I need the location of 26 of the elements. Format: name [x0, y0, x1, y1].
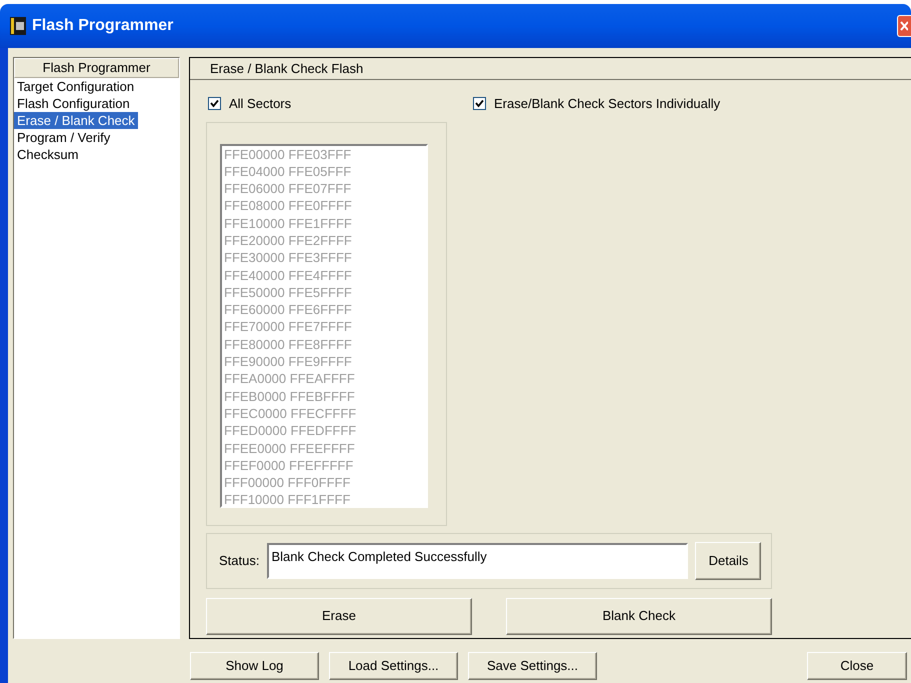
footer-button[interactable]: Show Log [190, 652, 319, 680]
checkmark-icon [475, 99, 484, 108]
close-button[interactable] [897, 15, 911, 37]
sidebar-item[interactable]: Erase / Blank Check [14, 112, 138, 129]
checkmark-icon [210, 99, 219, 108]
panel-title: Erase / Blank Check Flash [190, 58, 911, 80]
action-button[interactable]: Erase [206, 598, 472, 634]
app-icon [10, 17, 26, 35]
sidebar-item[interactable]: Target Configuration [14, 78, 138, 95]
checkbox[interactable] [208, 97, 221, 110]
close-dialog-button[interactable]: Close [807, 652, 907, 680]
window-title: Flash Programmer [32, 16, 174, 36]
close-icon [898, 20, 908, 32]
sidebar-item[interactable]: Checksum [14, 146, 82, 163]
status-label: Status: [219, 552, 260, 570]
details-button[interactable]: Details [695, 542, 762, 580]
status-field: Blank Check Completed Successfully [267, 542, 688, 578]
sidebar-item[interactable]: Flash Configuration [14, 95, 133, 112]
sidebar-header: Flash Programmer [14, 58, 179, 78]
footer-button[interactable]: Save Settings... [468, 652, 597, 680]
sidebar-item[interactable]: Program / Verify [14, 129, 114, 146]
footer-button[interactable]: Load Settings... [329, 652, 458, 680]
checkbox-label: All Sectors [229, 95, 292, 113]
checkbox-label: Erase/Blank Check Sectors Individually [494, 95, 720, 113]
action-button[interactable]: Blank Check [506, 598, 772, 634]
checkbox[interactable] [473, 97, 486, 110]
